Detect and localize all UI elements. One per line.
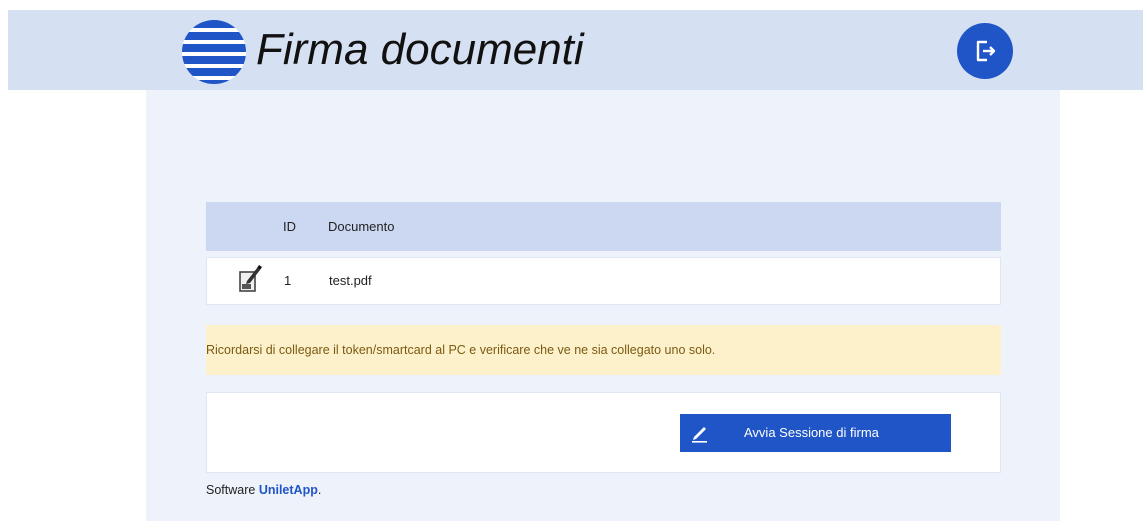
action-panel: Avvia Sessione di firma: [206, 392, 1001, 473]
table-header: ID Documento: [206, 202, 1001, 251]
document-id: 1: [284, 273, 292, 288]
footer: Software UniletApp.: [206, 480, 321, 500]
footer-prefix: Software: [206, 483, 259, 497]
pdf-sign-icon[interactable]: [238, 264, 262, 296]
alert-message: Ricordarsi di collegare il token/smartca…: [206, 343, 716, 357]
app-logo: [182, 20, 246, 84]
start-signing-session-button[interactable]: Avvia Sessione di firma: [680, 414, 951, 452]
column-header-document: Documento: [328, 219, 395, 234]
footer-brand-link[interactable]: UniletApp: [259, 483, 318, 497]
pen-icon: [692, 427, 707, 443]
table-row[interactable]: 1 test.pdf: [206, 257, 1001, 305]
column-header-id: ID: [283, 219, 296, 234]
start-signing-session-label: Avvia Sessione di firma: [744, 425, 879, 440]
warning-alert: Ricordarsi di collegare il token/smartca…: [206, 325, 1001, 375]
footer-suffix: .: [317, 483, 322, 497]
logout-button[interactable]: [957, 23, 1013, 79]
document-name: test.pdf: [329, 273, 372, 288]
page-title: Firma documenti: [256, 25, 584, 74]
logout-icon: [976, 40, 996, 62]
